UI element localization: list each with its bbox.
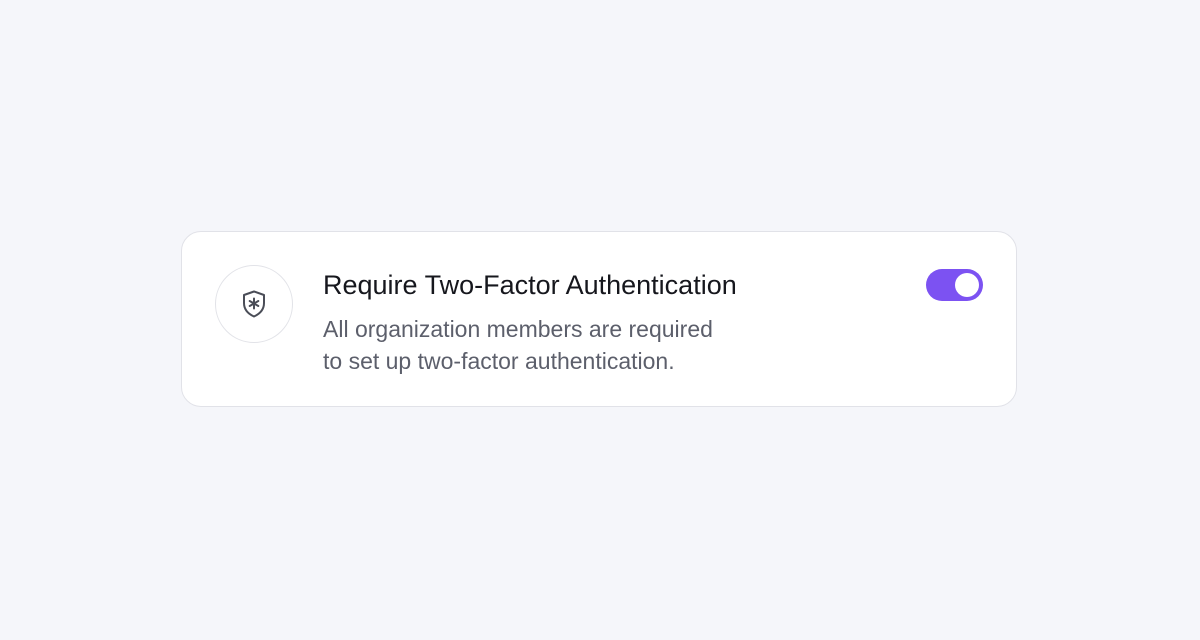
setting-description-line: to set up two-factor authentication. — [323, 348, 675, 374]
two-factor-setting-card: Require Two-Factor Authentication All or… — [181, 231, 1017, 407]
setting-description: All organization members are required to… — [323, 313, 783, 377]
two-factor-toggle[interactable] — [926, 269, 983, 301]
setting-title: Require Two-Factor Authentication — [323, 270, 737, 300]
shield-icon-container — [215, 265, 293, 343]
shield-asterisk-icon — [243, 290, 265, 318]
setting-description-line: All organization members are required — [323, 316, 713, 342]
toggle-knob — [955, 273, 979, 297]
